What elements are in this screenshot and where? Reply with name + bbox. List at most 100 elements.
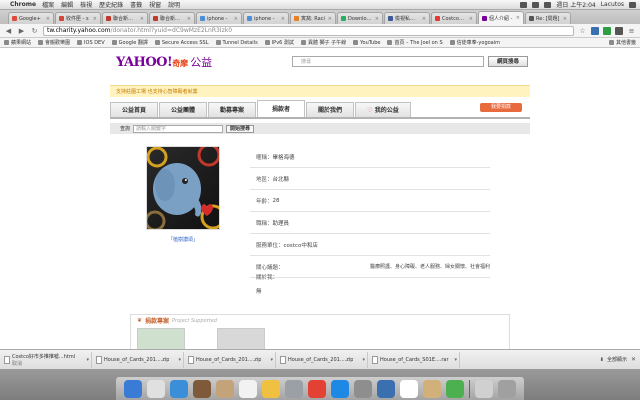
download-item[interactable]: House_of_Cards_S01E....rar ▾ [372,351,460,368]
avatar-caption-link[interactable]: 「植樹讚頌」 [146,236,220,243]
clock[interactable]: 週日 上午2:04 [556,0,595,9]
dock-app-icon[interactable] [308,380,326,398]
battery-icon[interactable] [544,1,552,8]
chevron-down-icon[interactable]: ▾ [178,357,181,363]
bookmark-item[interactable]: 異體 獅子 子午線 [300,39,346,46]
menu-help[interactable]: 說明 [168,0,180,9]
bookmark-item[interactable]: 首頁 – The Joel on S [387,39,443,46]
menu-view[interactable]: 檢視 [80,0,92,9]
browser-tab[interactable]: 寅窩: Raci × [290,12,336,24]
bookmark-item[interactable]: Tunnel Details [215,40,258,46]
dock-app-icon[interactable] [124,380,142,398]
bookmark-item[interactable]: 信徒車奉-yogoaim [449,39,500,46]
dock-app-icon[interactable] [475,380,493,398]
tab-close-icon[interactable]: × [234,16,238,22]
bookmark-item[interactable]: Google 翻譯 [111,39,148,46]
browser-tab[interactable]: 聯合新聞網 × [149,12,195,24]
app-menu[interactable]: Chrome [10,1,36,8]
tab-close-icon[interactable]: × [422,16,426,22]
tab-close-icon[interactable]: × [140,16,144,22]
dock-app-icon[interactable] [423,380,441,398]
tab-close-icon[interactable]: × [46,16,50,22]
back-icon[interactable]: ◀ [4,26,13,35]
extension-icon[interactable] [603,26,611,35]
new-tab-button[interactable] [572,12,584,24]
forward-icon[interactable]: ▶ [17,26,26,35]
dock-app-icon[interactable] [239,380,257,398]
reload-icon[interactable]: ↻ [30,26,39,35]
bookmark-item[interactable]: 蘋果網站 [4,39,31,46]
tab-close-icon[interactable]: × [469,16,473,22]
dock-app-icon[interactable] [170,380,188,398]
dock-app-icon[interactable] [262,380,280,398]
promo-banner[interactable]: 支持莊園工場 也支持心智障礙者就業 [110,85,530,97]
chevron-down-icon[interactable]: ▾ [270,357,273,363]
bookmark-item[interactable]: 會搬歡樂園 [38,39,70,46]
chevron-down-icon[interactable]: ▾ [86,357,89,363]
dock-app-icon[interactable] [193,380,211,398]
browser-tab[interactable]: Google+ × [8,12,54,24]
dock-app-icon[interactable] [331,380,349,398]
browser-tab[interactable]: iphone - × [243,12,289,24]
star-icon[interactable]: ☆ [578,26,587,35]
download-item[interactable]: Costco好市多推推噓...html 取消 ▾ [4,351,92,368]
bookmark-other[interactable]: 其他書籤 [608,39,636,46]
project-thumbnail[interactable] [217,328,265,349]
dock-app-icon[interactable] [498,380,516,398]
dock-app-icon[interactable] [354,380,372,398]
donate-button[interactable]: 我要捐款 [480,103,522,112]
nav-tab[interactable]: ♡ 我的公益 [355,102,411,117]
menu-window[interactable]: 視窗 [149,0,161,9]
close-icon[interactable]: ✕ [631,356,636,363]
menu-history[interactable]: 歷史紀錄 [99,0,123,9]
bookmark-item[interactable]: IPv6 測試 [264,39,294,46]
menu-edit[interactable]: 編輯 [61,0,73,9]
tab-close-icon[interactable]: × [563,16,567,22]
dock-app-icon[interactable] [216,380,234,398]
donor-search-input[interactable]: 請輸入關鍵字 [133,124,224,133]
tab-close-icon[interactable]: × [281,16,285,22]
spotlight-icon[interactable] [629,1,636,8]
browser-tab[interactable]: 檢視私人訊 × [384,12,430,24]
dock-app-icon[interactable] [400,380,418,398]
browser-tab[interactable]: 收件匣 - s × [55,12,101,24]
menu-file[interactable]: 檔案 [42,0,54,9]
nav-tab[interactable]: 勸募專案 [208,102,256,117]
dock-app-icon[interactable] [147,380,165,398]
address-bar[interactable]: tw.charity.yahoo.com/donator.html?yuid=d… [43,25,574,36]
download-item[interactable]: House_of_Cards_201....zip ▾ [96,351,184,368]
browser-tab[interactable]: iphone - × [196,12,242,24]
nav-tab[interactable]: 關於我們 [306,102,354,117]
extension-icon[interactable] [615,26,623,35]
chevron-down-icon[interactable]: ▾ [454,357,457,363]
tab-close-icon[interactable]: × [187,16,191,22]
download-item[interactable]: House_of_Cards_201....zip ▾ [280,351,368,368]
site-search-input[interactable]: 搜尋 [292,56,484,67]
volume-icon[interactable] [532,1,540,8]
wifi-icon[interactable] [520,1,528,8]
menu-icon[interactable]: ≡ [627,26,636,35]
extension-icon[interactable] [591,26,599,35]
tab-close-icon[interactable]: × [516,15,520,21]
bookmark-item[interactable]: YouTube [353,40,380,46]
dock-app-icon[interactable] [285,380,303,398]
nav-tab[interactable]: 公益團體 [159,102,207,117]
yahoo-charity-logo[interactable]: YAHOO!奇摩 公益 [116,54,212,70]
dock-app-icon[interactable] [446,380,464,398]
browser-tab[interactable]: Download × [337,12,383,24]
project-thumbnail[interactable] [137,328,185,349]
tab-close-icon[interactable]: × [328,16,332,22]
nav-tab[interactable]: 捐款者 [257,100,305,117]
browser-tab[interactable]: 個人介紹 - × [478,11,524,24]
menu-bookmarks[interactable]: 書籤 [130,0,142,9]
bookmark-item[interactable]: IOS DEV [77,40,105,46]
donor-search-button[interactable]: 開始搜尋 [226,124,255,133]
tab-close-icon[interactable]: × [375,16,379,22]
show-all-downloads[interactable]: ⬇ 全部顯示 [600,356,627,364]
dock-app-icon[interactable] [377,380,395,398]
browser-tab[interactable]: 聯合新聞網 × [102,12,148,24]
nav-tab[interactable]: 公益首頁 [110,102,158,117]
tab-close-icon[interactable]: × [93,16,97,22]
chevron-down-icon[interactable]: ▾ [362,357,365,363]
browser-tab[interactable]: Re: [問題] × [525,12,571,24]
